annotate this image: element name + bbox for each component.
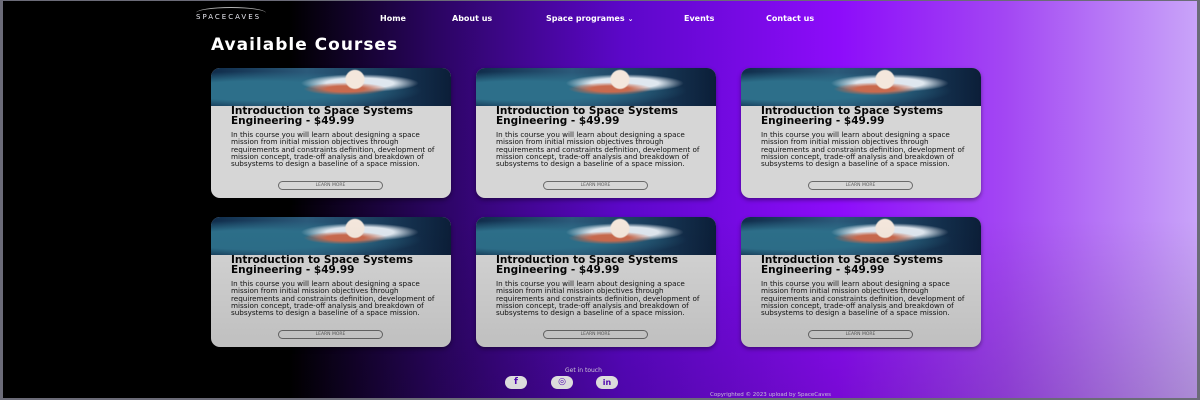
course-image [476,68,716,106]
facebook-icon[interactable]: f [505,376,527,389]
chevron-down-icon: ⌄ [627,15,634,23]
learn-more-button[interactable]: LEARN MORE [278,181,383,190]
course-card: Introduction to Space Systems Engineerin… [211,68,451,198]
nav-about-link[interactable]: About us [452,14,492,23]
course-card: Introduction to Space Systems Engineerin… [741,217,981,347]
nav-space-programes-link[interactable]: Space programes ⌄ [546,14,633,23]
course-title: Introduction to Space Systems Engineerin… [496,105,679,127]
get-in-touch-label: Get in touch [565,367,602,374]
course-card: Introduction to Space Systems Engineerin… [476,68,716,198]
linkedin-icon[interactable]: in [596,376,618,389]
course-title: Introduction to Space Systems Engineerin… [231,254,414,276]
course-description: In this course you will learn about desi… [231,130,435,169]
course-title: Introduction to Space Systems Engineerin… [231,105,414,127]
course-image [211,217,451,255]
course-description: In this course you will learn about desi… [761,279,965,318]
nav-contact-link[interactable]: Contact us [766,14,814,23]
instagram-icon[interactable]: ◎ [551,376,573,389]
course-image [741,68,981,106]
course-card: Introduction to Space Systems Engineerin… [211,217,451,347]
course-title: Introduction to Space Systems Engineerin… [761,105,944,127]
course-title: Introduction to Space Systems Engineerin… [496,254,679,276]
course-image [476,217,716,255]
nav-home-link[interactable]: Home [380,14,406,23]
course-title: Introduction to Space Systems Engineerin… [761,254,944,276]
learn-more-button[interactable]: LEARN MORE [543,330,648,339]
nav-events-link[interactable]: Events [684,14,714,23]
course-description: In this course you will learn about desi… [496,130,700,169]
page-title: Available Courses [211,35,399,55]
course-description: In this course you will learn about desi… [496,279,700,318]
page: SPACECAVES Home About us Space programes… [0,0,1200,400]
course-card: Introduction to Space Systems Engineerin… [476,217,716,347]
course-card: Introduction to Space Systems Engineerin… [741,68,981,198]
top-navbar: SPACECAVES Home About us Space programes… [3,1,1197,35]
learn-more-button[interactable]: LEARN MORE [808,330,913,339]
nav-space-programes-label: Space programes [546,14,625,23]
course-image [741,217,981,255]
course-description: In this course you will learn about desi… [231,279,435,318]
course-description: In this course you will learn about desi… [761,130,965,169]
course-image [211,68,451,106]
copyright-text: Copyrighted © 2023 upload by SpaceCaves [710,392,831,398]
learn-more-button[interactable]: LEARN MORE [808,181,913,190]
site-logo[interactable]: SPACECAVES [196,13,261,21]
learn-more-button[interactable]: LEARN MORE [278,330,383,339]
learn-more-button[interactable]: LEARN MORE [543,181,648,190]
